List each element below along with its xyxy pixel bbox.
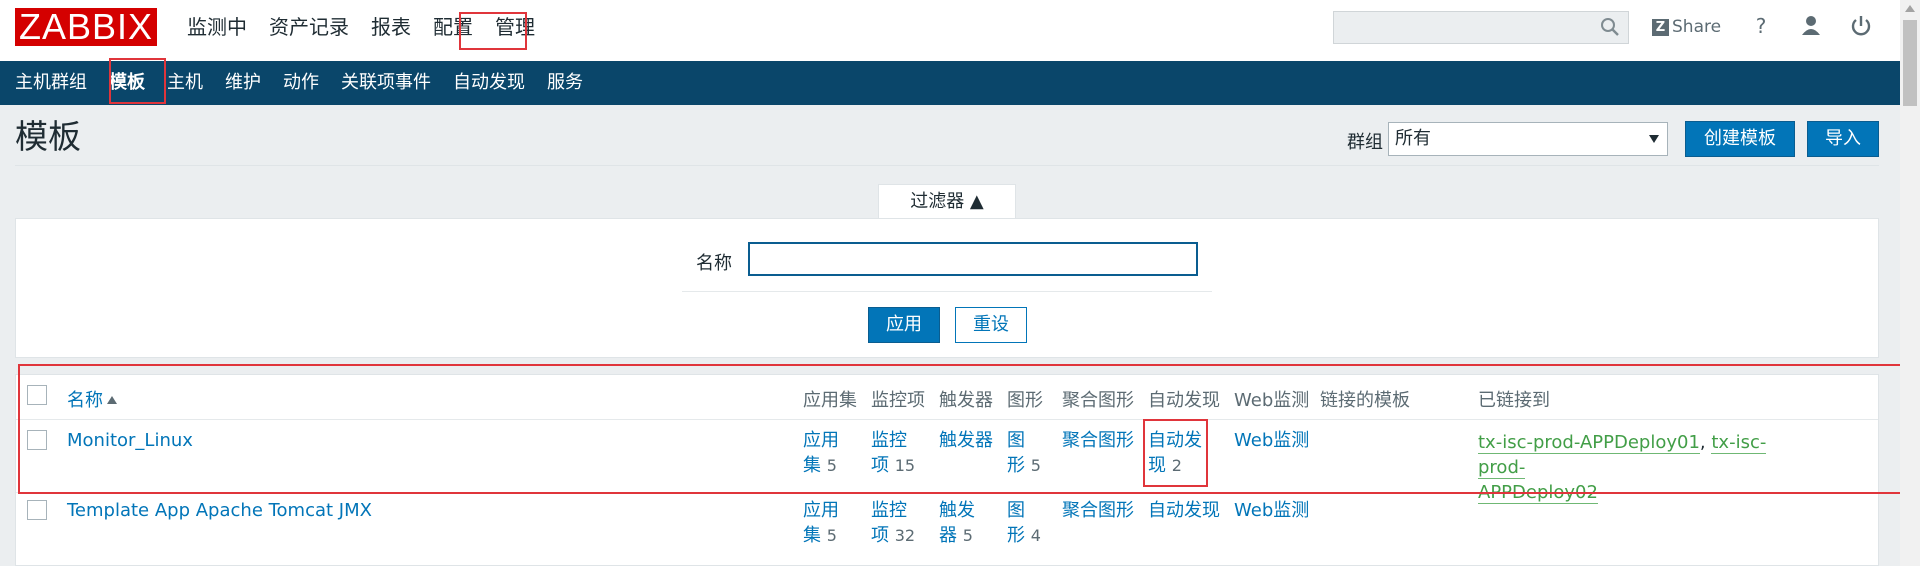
highlight-box-templates — [109, 58, 166, 104]
applications-link[interactable]: 应用 集 5 — [803, 498, 839, 548]
applications-text-1: 应用 — [803, 500, 839, 521]
filter-name-input[interactable] — [748, 242, 1198, 276]
filter-panel — [15, 218, 1879, 358]
highlight-box-configuration — [459, 12, 527, 50]
row-checkbox[interactable] — [27, 500, 47, 520]
group-select[interactable]: 所有 — [1388, 122, 1668, 156]
search-icon[interactable] — [1600, 17, 1620, 37]
sub-menu-discovery[interactable]: 自动发现 — [442, 61, 536, 105]
help-icon[interactable]: ? — [1746, 11, 1776, 41]
dropdown-arrow-icon — [1649, 135, 1659, 143]
group-filter-label: 群组 — [1347, 132, 1383, 153]
main-menu-reports[interactable]: 报表 — [360, 0, 422, 61]
applications-text-2: 集 — [803, 525, 821, 546]
import-button[interactable]: 导入 — [1807, 121, 1879, 157]
sub-menu-maintenance[interactable]: 维护 — [214, 61, 272, 105]
page-scrollbar[interactable] — [1900, 0, 1920, 566]
items-text-2: 项 — [871, 525, 889, 546]
filter-tab[interactable]: 过滤器 ▲ — [878, 184, 1016, 218]
triggers-text-1: 触发 — [939, 500, 975, 521]
reset-button[interactable]: 重设 — [955, 307, 1027, 343]
zabbix-logo[interactable]: ZABBIX — [15, 8, 157, 46]
header-divider — [15, 165, 1879, 166]
screens-link[interactable]: 聚合图形 — [1062, 498, 1134, 523]
graphs-link[interactable]: 图 形 4 — [1007, 498, 1041, 548]
create-template-button[interactable]: 创建模板 — [1685, 121, 1795, 157]
group-select-value: 所有 — [1395, 128, 1431, 149]
share-label: Share — [1672, 17, 1722, 37]
highlight-box-discovery — [1143, 419, 1208, 487]
applications-count: 5 — [826, 526, 837, 545]
graphs-text-2: 形 — [1007, 525, 1025, 546]
discovery-link[interactable]: 自动发现 — [1148, 498, 1220, 523]
filter-divider — [682, 291, 1212, 292]
user-profile-icon[interactable] — [1796, 11, 1826, 41]
scroll-up-icon[interactable] — [1905, 5, 1915, 12]
page-title: 模板 — [15, 117, 81, 156]
filter-name-label: 名称 — [696, 253, 732, 274]
graphs-text-1: 图 — [1007, 500, 1025, 521]
apply-button[interactable]: 应用 — [868, 307, 940, 343]
web-monitoring-link[interactable]: Web监测 — [1234, 498, 1309, 523]
template-name-link[interactable]: Template App Apache Tomcat JMX — [67, 500, 372, 521]
triggers-text-2: 器 — [939, 525, 957, 546]
sign-out-icon[interactable] — [1846, 11, 1876, 41]
triggers-link[interactable]: 触发 器 5 — [939, 498, 975, 548]
sub-menu-host-groups[interactable]: 主机群组 — [0, 61, 98, 105]
sub-menu-actions[interactable]: 动作 — [272, 61, 330, 105]
triggers-count: 5 — [962, 526, 973, 545]
sub-menu: 主机群组 模板 主机 维护 动作 关联项事件 自动发现 服务 — [0, 61, 1920, 105]
sub-menu-event-correlation[interactable]: 关联项事件 — [330, 61, 442, 105]
main-menu-monitoring[interactable]: 监测中 — [176, 0, 258, 61]
highlight-box-row — [18, 364, 1916, 494]
global-search-input[interactable] — [1333, 11, 1629, 44]
items-text-1: 监控 — [871, 500, 907, 521]
share-icon: Z — [1652, 18, 1669, 36]
items-count: 32 — [894, 526, 916, 545]
main-menu-inventory[interactable]: 资产记录 — [258, 0, 360, 61]
scrollbar-thumb[interactable] — [1903, 20, 1917, 106]
graphs-count: 4 — [1030, 526, 1041, 545]
items-link[interactable]: 监控 项 32 — [871, 498, 915, 548]
top-header: ZABBIX 监测中 资产记录 报表 配置 管理 Z Share ? — [0, 0, 1920, 61]
share-link[interactable]: Z Share — [1652, 12, 1721, 42]
help-glyph: ? — [1756, 14, 1767, 38]
sub-menu-services[interactable]: 服务 — [536, 61, 594, 105]
